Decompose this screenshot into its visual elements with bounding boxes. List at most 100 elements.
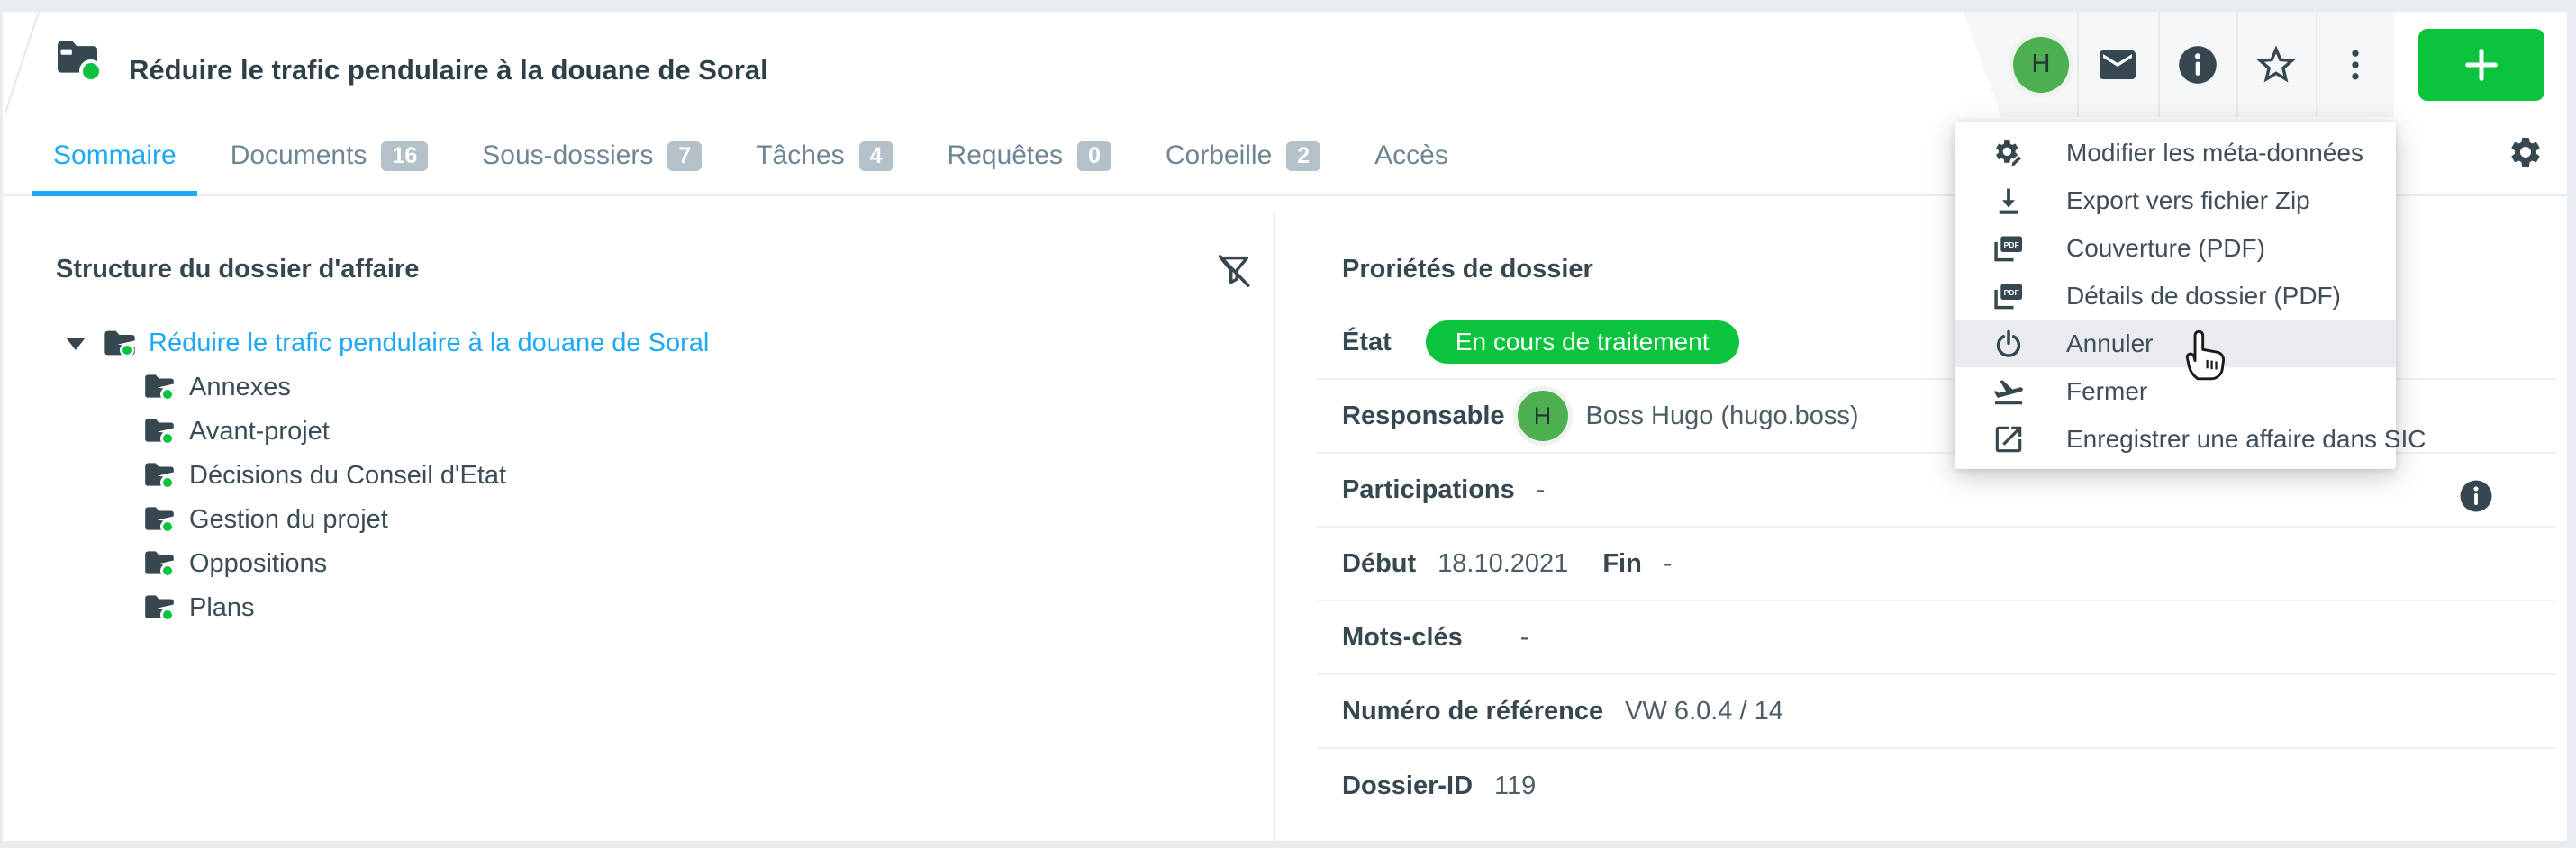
menu-item-enregistrer-sic[interactable]: Enregistrer une affaire dans SIC [1955,415,2396,463]
add-button[interactable] [2418,29,2544,101]
info-button[interactable] [2158,12,2236,117]
property-label: Participations [1342,475,1515,505]
status-dot [160,475,175,490]
svg-text:PDF: PDF [2004,288,2019,297]
tab-label: Sommaire [53,140,177,171]
menu-item-modifier-meta-donnees[interactable]: Modifier les méta-données [1955,129,2396,176]
mail-button[interactable] [2077,12,2158,117]
star-icon [2253,41,2299,88]
tab-requetes[interactable]: Requêtes 0 [927,117,1132,194]
user-avatar[interactable]: H [2005,12,2077,117]
property-label: Fin [1602,549,1642,579]
property-value: - [1664,549,1673,579]
tree-item[interactable]: Plans [3,586,1264,630]
tree-item-label: Décisions du Conseil d'Etat [189,461,506,491]
header: Réduire le trafic pendulaire à la douane… [3,12,2567,117]
tree-root-item[interactable]: Réduire le trafic pendulaire à la douane… [3,321,1264,365]
menu-item-export-zip[interactable]: Export vers fichier Zip [1955,176,2396,224]
status-dot [160,519,175,534]
tree-item[interactable]: Avant-projet [3,410,1264,454]
tree-item-label: Annexes [189,373,291,402]
tab-acces[interactable]: Accès [1354,117,1469,194]
property-row-debut-fin: Début 18.10.2021 Fin - [1317,528,2556,601]
tab-corbeille[interactable]: Corbeille 2 [1145,117,1341,194]
dossier-folder-icon [53,37,107,93]
menu-item-fermer[interactable]: Fermer [1955,367,2396,415]
menu-item-label: Fermer [2066,377,2147,406]
folder-tree: Réduire le trafic pendulaire à la douane… [3,321,1264,630]
status-dot [160,387,175,401]
tree-item[interactable]: Décisions du Conseil d'Etat [3,454,1264,498]
property-label: Numéro de référence [1342,697,1603,726]
menu-item-details-dossier-pdf[interactable]: PDF Détails de dossier (PDF) [1955,272,2396,320]
external-link-icon [1991,421,2027,457]
status-dot [160,431,175,446]
tree-item[interactable]: Annexes [3,365,1264,410]
tree-item[interactable]: Oppositions [3,542,1264,586]
context-menu: Modifier les méta-données Export vers fi… [1955,122,2396,469]
property-value: 119 [1494,771,1536,801]
page-title: Réduire le trafic pendulaire à la douane… [129,54,768,86]
property-row-mots-cles: Mots-clés - [1317,601,2556,675]
filter-off-icon [1213,250,1255,292]
header-diagonal-decoration [4,12,40,115]
tab-sous-dossiers[interactable]: Sous-dossiers 7 [461,117,722,194]
responsable-name: Boss Hugo (hugo.boss) [1586,401,1859,431]
gear-edit-icon [1991,135,2027,171]
settings-button[interactable] [2508,134,2544,170]
menu-item-label: Modifier les méta-données [2066,139,2363,167]
tab-documents[interactable]: Documents 16 [210,117,449,194]
more-menu-button[interactable] [2316,12,2394,117]
tab-count-badge: 2 [1286,141,1320,171]
property-label: Dossier-ID [1342,771,1473,801]
property-label: Début [1342,549,1416,579]
menu-item-annuler[interactable]: Annuler [1955,320,2396,367]
property-value: - [1537,475,1546,505]
info-icon [2457,477,2495,515]
power-icon [1991,326,2027,362]
menu-item-label: Enregistrer une affaire dans SIC [2066,425,2426,454]
menu-item-label: Couverture (PDF) [2066,234,2265,263]
property-label: Responsable [1342,401,1505,431]
tab-label: Accès [1374,140,1448,171]
tree-item[interactable]: Gestion du projet [3,498,1264,542]
structure-panel-title: Structure du dossier d'affaire [56,255,419,284]
open-folder-icon [142,504,178,537]
active-tab-underline [32,191,197,196]
tab-label: Corbeille [1166,140,1272,171]
tab-sommaire[interactable]: Sommaire [32,117,197,194]
chevron-down-icon[interactable] [66,338,86,350]
tree-item-label: Avant-projet [189,417,330,447]
header-toolbar: H [1964,12,2567,117]
avatar-initial: H [2013,37,2069,93]
tab-taches[interactable]: Tâches 4 [735,117,913,194]
status-dot [120,343,134,357]
svg-text:PDF: PDF [2004,240,2019,249]
panel-divider [1274,211,1275,841]
pdf-icon: PDF [1991,230,2027,266]
participations-info-button[interactable] [2457,477,2495,515]
status-dot [160,608,175,622]
tab-count-badge: 4 [859,141,893,171]
tab-count-badge: 16 [381,141,428,171]
main-window: Réduire le trafic pendulaire à la douane… [3,12,2567,841]
property-value: VW 6.0.4 / 14 [1625,697,1783,726]
gear-icon [2508,134,2544,170]
tree-item-label: Oppositions [189,549,327,579]
menu-item-label: Détails de dossier (PDF) [2066,282,2341,311]
menu-item-label: Annuler [2066,329,2154,358]
tab-label: Requêtes [948,140,1063,171]
tab-count-badge: 7 [667,141,702,171]
tab-label: Documents [231,140,367,171]
responsable-avatar: H [1518,391,1568,441]
tree-item-label: Réduire le trafic pendulaire à la douane… [149,329,709,358]
status-dot [160,564,175,578]
tree-item-label: Gestion du projet [189,505,388,535]
status-dot [79,59,103,83]
menu-item-couverture-pdf[interactable]: PDF Couverture (PDF) [1955,224,2396,272]
property-row-reference: Numéro de référence VW 6.0.4 / 14 [1317,675,2556,749]
favorite-button[interactable] [2236,12,2316,117]
open-folder-icon [142,548,178,581]
filter-off-button[interactable] [1213,250,1255,292]
status-badge: En cours de traitement [1426,320,1739,364]
